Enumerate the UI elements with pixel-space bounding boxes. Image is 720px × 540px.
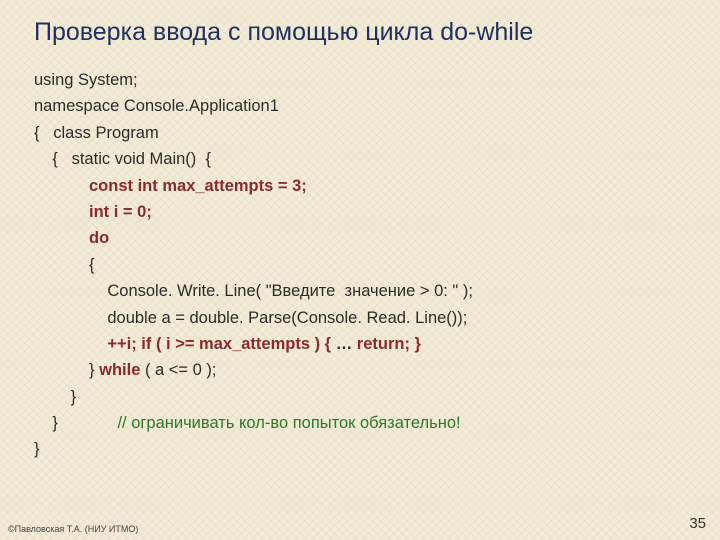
- code-line: {: [34, 256, 95, 274]
- code-line: double a = double. Parse(Console. Read. …: [34, 309, 467, 327]
- code-line: }: [34, 388, 76, 406]
- code-line: { class Program: [34, 124, 159, 142]
- code-line: ( a <= 0 );: [140, 361, 216, 379]
- footer-copyright: ©Павловская Т.А. (НИУ ИТМО): [8, 524, 138, 534]
- code-block: using System; namespace Console.Applicat…: [34, 67, 692, 463]
- code-line: namespace Console.Application1: [34, 97, 279, 115]
- page-number: 35: [689, 515, 706, 532]
- code-line: using System;: [34, 71, 138, 89]
- code-line: { static void Main() {: [34, 150, 211, 168]
- keyword-do: do: [34, 229, 109, 247]
- code-line: ++i; if ( i >= max_attempts ) {: [34, 335, 336, 353]
- code-line: int i = 0;: [34, 203, 152, 221]
- slide-title: Проверка ввода с помощью цикла do-while: [34, 18, 692, 47]
- code-line: Console. Write. Line( "Введите значение …: [34, 282, 473, 300]
- keyword-while: while: [99, 361, 140, 379]
- code-line: return; }: [352, 335, 421, 353]
- code-line: }: [34, 414, 58, 432]
- code-line: const int max_attempts = 3;: [34, 177, 307, 195]
- comment: // ограничивать кол-во попыток обязатель…: [58, 414, 461, 432]
- code-line: }: [34, 440, 40, 458]
- code-line: }: [34, 361, 99, 379]
- ellipsis: …: [336, 335, 353, 353]
